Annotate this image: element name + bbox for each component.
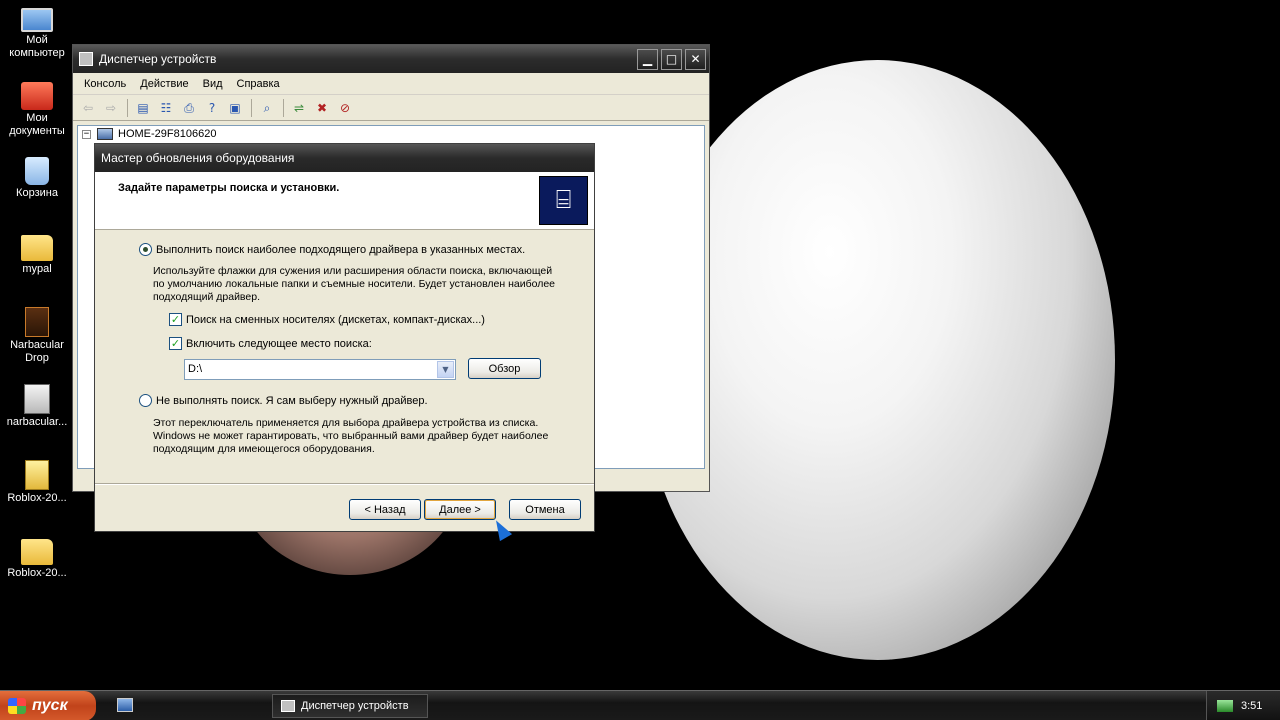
desktop-icon-roblox-folder[interactable]: Roblox-20... [0, 535, 74, 580]
check-include-location[interactable]: ✓ Включить следующее место поиска: [169, 337, 372, 350]
checkbox-removable-media[interactable]: ✓ [169, 313, 182, 326]
check-removable-label: Поиск на сменных носителях (дискетах, ко… [186, 313, 485, 326]
taskbar: пуск Диспетчер устройств 3:51 [0, 690, 1280, 720]
maximize-button[interactable]: □ [661, 48, 682, 70]
wizard-header-text: Задайте параметры поиска и установки. [118, 182, 340, 194]
desktop-icon-my-documents[interactable]: Мои документы [0, 80, 74, 138]
desktop-icon-my-computer[interactable]: Мой компьютер [0, 4, 74, 60]
collapse-icon[interactable]: − [82, 129, 91, 139]
folder-icon [21, 235, 53, 261]
tree-root-label: HOME-29F8106620 [118, 128, 217, 140]
cancel-button[interactable]: Отмена [509, 499, 581, 520]
toolbar-separator [127, 98, 128, 117]
disable-device-icon[interactable]: ⊘ [336, 100, 354, 116]
check-location-label: Включить следующее место поиска: [186, 337, 372, 350]
toolbar-separator [251, 98, 252, 117]
device-manager-icon [79, 52, 93, 66]
print-icon[interactable]: ⎙ [180, 100, 198, 116]
tree-root-node[interactable]: − HOME-29F8106620 [82, 128, 216, 140]
start-button[interactable]: пуск [0, 691, 96, 720]
option-manual-label: Не выполнять поиск. Я сам выберу нужный … [156, 394, 428, 407]
folder-icon [21, 539, 53, 565]
taskbar-item-label: Диспетчер устройств [301, 700, 409, 712]
system-tray: 3:51 [1206, 691, 1280, 720]
my-computer-icon [21, 8, 53, 32]
device-manager-title: Диспетчер устройств [99, 52, 217, 66]
recycle-bin-icon [25, 157, 49, 185]
back-arrow-icon[interactable]: ⇦ [79, 100, 97, 116]
browse-button[interactable]: Обзор [468, 358, 541, 379]
windows-flag-icon [8, 698, 26, 714]
chevron-down-icon[interactable]: ▼ [437, 361, 454, 378]
device-manager-icon [281, 700, 295, 712]
wallpaper-moon-large [640, 60, 1115, 660]
narbacular-drop-icon [25, 307, 49, 337]
menu-action[interactable]: Действие [133, 78, 195, 90]
start-label: пуск [32, 697, 68, 714]
option-search-description: Используйте флажки для сужения или расши… [153, 265, 556, 303]
network-icon[interactable] [1217, 700, 1233, 712]
menu-view[interactable]: Вид [196, 78, 230, 90]
scan-hardware-icon[interactable]: ⌕ [258, 100, 276, 116]
search-location-combo[interactable]: D:\ ▼ [184, 359, 456, 380]
wizard-titlebar[interactable]: Мастер обновления оборудования [95, 144, 594, 172]
menu-bar: Консоль Действие Вид Справка [73, 73, 709, 95]
check-removable-media[interactable]: ✓ Поиск на сменных носителях (дискетах, … [169, 313, 485, 326]
desktop-icon-recycle-bin[interactable]: Корзина [0, 155, 74, 200]
desktop-icon-roblox-zip[interactable]: Roblox-20... [0, 460, 74, 505]
minimize-button[interactable]: ▁ [637, 48, 658, 70]
menu-console[interactable]: Консоль [77, 78, 133, 90]
export-list-icon[interactable]: ▣ [226, 100, 244, 116]
installer-icon [24, 384, 50, 414]
option-search-label: Выполнить поиск наиболее подходящего дра… [156, 243, 526, 256]
wizard-header: Задайте параметры поиска и установки. ⌸ [95, 172, 594, 230]
properties-icon[interactable]: ☷ [157, 100, 175, 116]
close-button[interactable]: ✕ [685, 48, 706, 70]
desktop-icon-narbacular-drop[interactable]: Narbacular Drop [0, 307, 74, 365]
option-manual-select[interactable]: Не выполнять поиск. Я сам выберу нужный … [139, 394, 428, 407]
radio-manual[interactable] [139, 394, 152, 407]
toolbar: ⇦ ⇨ ▤ ☷ ⎙ ? ▣ ⌕ ⇌ ✖ ⊘ [73, 95, 709, 121]
taskbar-item-device-manager[interactable]: Диспетчер устройств [272, 694, 428, 718]
desktop-icon-narbacular-installer[interactable]: narbacular... [0, 384, 74, 429]
uninstall-icon[interactable]: ✖ [313, 100, 331, 116]
menu-help[interactable]: Справка [230, 78, 287, 90]
search-location-value: D:\ [188, 363, 203, 375]
my-documents-icon [21, 82, 53, 110]
back-button[interactable]: < Назад [349, 499, 421, 520]
zip-folder-icon [25, 460, 49, 490]
forward-arrow-icon[interactable]: ⇨ [102, 100, 120, 116]
next-button[interactable]: Далее > [424, 499, 496, 520]
help-icon[interactable]: ? [203, 100, 221, 116]
hardware-card-icon: ⌸ [539, 176, 588, 225]
checkbox-include-location[interactable]: ✓ [169, 337, 182, 350]
wizard-title: Мастер обновления оборудования [101, 151, 295, 165]
option-manual-description: Этот переключатель применяется для выбор… [153, 417, 549, 455]
desktop-icon-mypal[interactable]: mypal [0, 231, 74, 276]
radio-search[interactable] [139, 243, 152, 256]
show-hide-console-tree-icon[interactable]: ▤ [134, 100, 152, 116]
wizard-separator [95, 483, 594, 485]
device-manager-titlebar[interactable]: Диспетчер устройств ▁ □ ✕ [73, 45, 709, 73]
update-driver-icon[interactable]: ⇌ [290, 100, 308, 116]
computer-icon [97, 128, 113, 140]
clock[interactable]: 3:51 [1241, 700, 1262, 712]
option-search-best-driver[interactable]: Выполнить поиск наиболее подходящего дра… [139, 243, 525, 256]
toolbar-separator [283, 98, 284, 117]
show-desktop-icon[interactable] [117, 698, 133, 712]
